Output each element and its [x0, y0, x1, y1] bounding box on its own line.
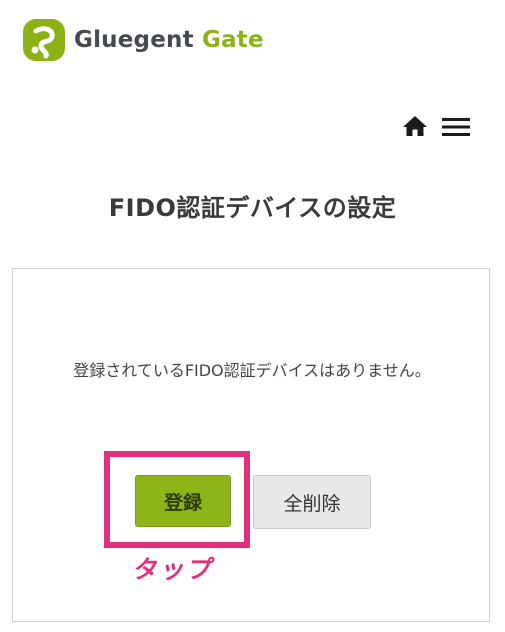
- logo-icon: [23, 19, 65, 61]
- delete-all-button[interactable]: 全削除: [253, 475, 371, 529]
- fido-device-panel: 登録されているFIDO認証デバイスはありません。 登録 全削除: [12, 268, 490, 622]
- logo-text: Gluegent Gate: [74, 18, 264, 62]
- fido-settings-page: Gluegent Gate FIDO認証デバイスの設定 登録されているFIDO認…: [0, 0, 505, 632]
- no-devices-message: 登録されているFIDO認証デバイスはありません。: [73, 361, 431, 380]
- tap-annotation-label: タップ: [131, 555, 218, 584]
- hamburger-menu-icon[interactable]: [442, 116, 470, 138]
- gluegent-gate-logo[interactable]: Gluegent Gate: [22, 18, 264, 62]
- logo-text-primary: Gluegent: [74, 27, 194, 53]
- home-icon[interactable]: [402, 114, 428, 138]
- register-button[interactable]: 登録: [135, 475, 231, 527]
- logo-text-accent: Gate: [202, 27, 264, 53]
- page-title: FIDO認証デバイスの設定: [108, 194, 397, 222]
